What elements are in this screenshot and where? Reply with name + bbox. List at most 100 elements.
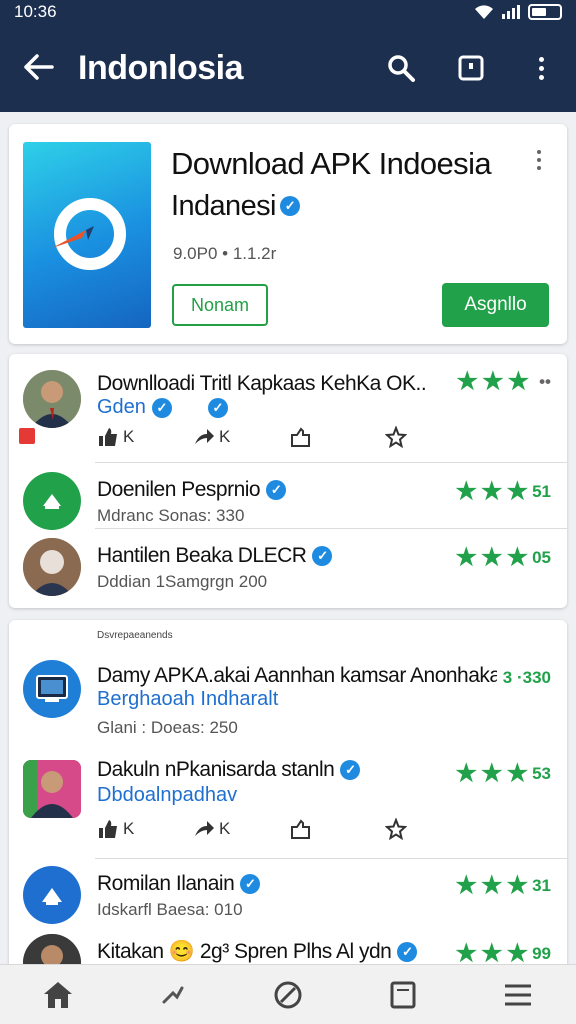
share-icon — [195, 821, 214, 836]
star-icon: ★ — [506, 760, 529, 787]
reply-button[interactable] — [289, 426, 385, 448]
verified-icon: ✓ — [340, 760, 361, 780]
status-bar: 10:36 — [0, 0, 576, 24]
star-icon: ★ — [455, 544, 478, 571]
tab-home[interactable] — [0, 965, 115, 1024]
back-button[interactable] — [0, 47, 78, 89]
star-icon: ★ — [506, 544, 529, 571]
item-title: Doenilen Pesprnio ✓ — [97, 478, 447, 502]
tab-discover[interactable] — [115, 965, 230, 1024]
verified-icon: ✓ — [279, 196, 300, 216]
window-button[interactable] — [436, 54, 506, 82]
list-card: Downlloadi Tritl Kapkaas KehKa OK.. Gden… — [9, 354, 567, 608]
star-icon: ★ — [481, 940, 503, 967]
tab-library[interactable] — [346, 965, 461, 1024]
more-vert-icon — [538, 56, 544, 80]
rating: ★ ★ ★ 31 — [455, 872, 551, 899]
item-link[interactable]: Gden ✓ ✓ — [97, 396, 228, 419]
list-item[interactable]: Hantilen Beaka DLECR ✓ Dddian 1Samgrgn 2… — [9, 536, 567, 602]
share-button[interactable]: K — [193, 426, 289, 448]
avatar — [23, 538, 81, 596]
star-icon: ★ — [455, 760, 478, 787]
app-hero-card: Download APK Indoesia Indanesi ✓ 9.0P0 •… — [9, 124, 567, 344]
star-icon: ★ — [455, 872, 478, 899]
install-button[interactable]: Asgnllo — [442, 283, 549, 327]
star-icon: ★ — [506, 940, 529, 967]
verified-icon: ✓ — [312, 546, 333, 566]
item-subtitle: Idskarfl Baesa: 010 — [97, 900, 243, 919]
search-icon — [388, 55, 415, 82]
action-row: K K — [97, 426, 481, 448]
developer-name: Indanesi ✓ — [171, 186, 300, 226]
share-button[interactable]: K — [193, 818, 289, 840]
star-icon: ★ — [482, 368, 504, 395]
list-item[interactable]: Romilan Ilanain ✓ Idskarfl Baesa: 010 ★ ★… — [9, 866, 567, 932]
library-icon — [390, 981, 416, 1008]
star-icon: ★ — [506, 478, 529, 505]
verified-icon: ✓ — [240, 874, 261, 894]
star-icon: ★ — [455, 940, 478, 967]
bottom-nav — [0, 964, 576, 1024]
item-title: Hantilen Beaka DLECR ✓ — [97, 544, 447, 568]
item-title: Damy APKA.akai Aannhan kamsar Anonhakar — [97, 664, 497, 687]
avatar — [23, 660, 81, 718]
item-link[interactable]: Berghaoah Indharalt — [97, 688, 278, 711]
list-item[interactable]: Dakuln nPkanisarda stanln ✓ Dbdoalnpadha… — [9, 756, 567, 856]
more-vert-icon[interactable] — [537, 150, 541, 170]
like-button[interactable]: K — [97, 818, 193, 840]
rating: ★ ★ ★ 05 — [455, 544, 551, 571]
star-icon: ★ — [506, 872, 529, 899]
app-logo — [23, 142, 151, 328]
verified-icon: ✓ — [151, 397, 172, 418]
rating: 3 ·330 — [502, 668, 551, 687]
rating: ★ ★ ★ 53 — [455, 760, 551, 787]
list-item[interactable]: Downlloadi Tritl Kapkaas KehKa OK.. Gden… — [9, 368, 567, 464]
item-subtitle: Glani : Doeas: 250 — [97, 718, 238, 737]
secondary-button[interactable]: Nonam — [172, 284, 268, 326]
app-bar: Indonlosia — [0, 24, 576, 112]
action-row: K K — [97, 818, 481, 840]
wifi-icon — [475, 5, 493, 19]
avatar — [23, 370, 81, 428]
bookmark-button[interactable] — [385, 818, 481, 840]
star-outline-icon — [385, 818, 407, 840]
battery-icon — [528, 4, 562, 20]
divider — [95, 528, 567, 529]
tab-explore[interactable] — [230, 965, 345, 1024]
tab-menu[interactable] — [461, 965, 576, 1024]
like-icon — [99, 820, 117, 838]
discover-icon — [162, 986, 184, 1003]
badge-icon — [19, 428, 35, 444]
star-icon: ★ — [455, 478, 478, 505]
like-button[interactable]: K — [97, 426, 193, 448]
item-title: Downlloadi Tritl Kapkaas KehKa OK.. — [97, 372, 427, 395]
item-link[interactable]: Dbdoalnpadhav — [97, 784, 237, 807]
reply-button[interactable] — [289, 818, 385, 840]
like-icon — [99, 428, 117, 446]
item-subtitle: Dddian 1Samgrgn 200 — [97, 572, 268, 591]
section-label: Dsvrepaeanends — [97, 630, 173, 641]
avatar — [23, 472, 81, 530]
menu-icon — [505, 984, 532, 1005]
search-button[interactable] — [366, 53, 436, 83]
list-item[interactable]: Doenilen Pesprnio ✓ Mdranc Sonas: 330 ★ ★… — [9, 468, 567, 532]
list-item[interactable]: Damy APKA.akai Aannhan kamsar Anonhakar … — [9, 656, 567, 746]
star-outline-icon — [385, 426, 407, 448]
more-button[interactable] — [506, 56, 576, 80]
share-icon — [195, 429, 214, 444]
status-time: 10:36 — [14, 2, 57, 21]
bookmark-button[interactable] — [385, 426, 481, 448]
item-title: Romilan Ilanain ✓ — [97, 872, 447, 896]
item-title: Kitakan 😊 2g³ Spren Plhs Al ydn ✓ — [97, 940, 447, 964]
star-icon: ★ — [481, 478, 503, 505]
item-title: Dakuln nPkanisarda stanln ✓ — [97, 758, 447, 782]
star-icon: ★ — [456, 368, 479, 395]
verified-icon: ✓ — [207, 397, 228, 418]
reply-icon — [291, 427, 310, 447]
avatar — [23, 866, 81, 924]
divider — [95, 858, 567, 859]
reply-icon — [291, 819, 310, 839]
page-title: Indonlosia — [78, 48, 244, 87]
window-icon — [458, 55, 484, 81]
rating: ★ ★ ★ •• — [456, 368, 551, 395]
